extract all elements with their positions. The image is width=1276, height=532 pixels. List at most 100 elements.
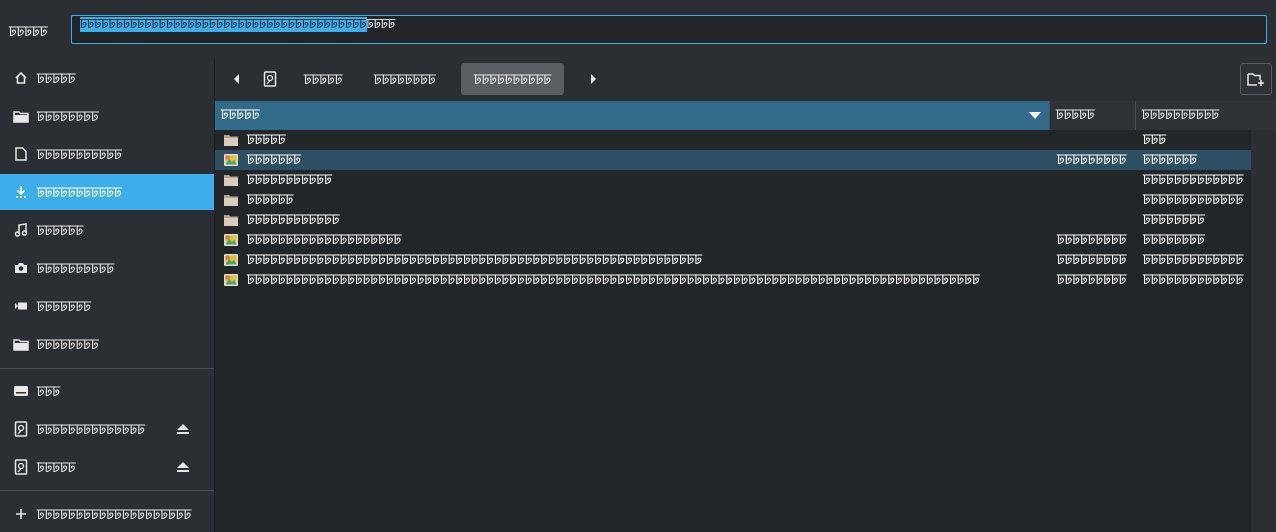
new-folder-button[interactable]	[1240, 63, 1272, 95]
column-name-label: ꠓꠓꠓꠓꠓ	[221, 107, 260, 123]
chevron-left-icon	[234, 74, 239, 84]
home-icon	[13, 70, 29, 86]
new-folder-icon	[1247, 73, 1264, 86]
file-modified: ꠓꠓꠓꠓꠓꠓꠓꠓꠓꠓꠓꠓꠓ	[1143, 192, 1244, 208]
sidebar-item-label: ꠓꠓꠓꠓꠓꠓꠓꠓꠓꠓꠓ	[37, 146, 122, 163]
name-label: ꠓꠓꠓꠓꠓ	[9, 24, 48, 40]
folder-icon	[223, 132, 239, 148]
file-name: ꠓꠓꠓꠓꠓꠓꠓꠓꠓꠓꠓꠓ	[247, 212, 340, 228]
table-row[interactable]: ꠓꠓꠓꠓꠓꠓꠓꠓꠓꠓꠓ ꠓꠓꠓꠓꠓꠓꠓꠓꠓꠓꠓꠓꠓ	[215, 170, 1251, 190]
path-root-button[interactable]	[259, 63, 281, 95]
sidebar-item-documents[interactable]: ꠓꠓꠓꠓꠓꠓꠓꠓꠓꠓꠓ	[0, 136, 214, 172]
folder-icon	[223, 212, 239, 228]
sidebar-item-label: ꠓꠓꠓꠓꠓꠓꠓꠓꠓꠓꠓꠓꠓꠓ	[37, 421, 145, 438]
column-name[interactable]: ꠓꠓꠓꠓꠓ	[215, 101, 1049, 130]
sidebar-item-label: ꠓꠓꠓꠓꠓꠓ	[37, 222, 84, 239]
sidebar-divider	[0, 490, 214, 491]
sidebar-item-label: ꠓꠓꠓꠓꠓꠓꠓ	[37, 298, 91, 315]
music-icon	[13, 222, 29, 238]
folder-icon	[13, 108, 29, 124]
path-crumb-active[interactable]: ꠓꠓꠓꠓꠓꠓꠓꠓꠓꠓ	[461, 63, 565, 95]
file-modified: ꠓꠓꠓꠓꠓꠓꠓꠓꠓꠓꠓꠓꠓ	[1143, 252, 1244, 268]
download-icon	[13, 184, 29, 200]
sidebar-item-label: ꠓꠓꠓ	[37, 383, 61, 400]
table-row[interactable]: ꠓꠓꠓꠓꠓ ꠓꠓꠓ	[215, 130, 1251, 150]
sidebar-item-disk-1[interactable]: ꠓꠓꠓꠓꠓꠓꠓꠓꠓꠓꠓꠓꠓꠓ	[0, 411, 214, 447]
filename-rest-text: ꠓꠓꠓꠓ	[366, 17, 396, 32]
file-name: ꠓꠓꠓꠓꠓꠓꠓꠓꠓꠓꠓꠓꠓꠓꠓꠓꠓꠓꠓꠓꠓꠓꠓꠓꠓꠓꠓꠓꠓꠓꠓꠓꠓꠓꠓꠓꠓꠓꠓꠓ…	[247, 272, 980, 288]
table-row[interactable]: ꠓꠓꠓꠓꠓꠓꠓꠓꠓꠓꠓꠓꠓꠓꠓꠓꠓꠓꠓꠓꠓꠓꠓꠓꠓꠓꠓꠓꠓꠓꠓꠓꠓꠓꠓꠓꠓꠓꠓꠓ…	[215, 270, 1251, 290]
file-name: ꠓꠓꠓꠓꠓꠓꠓ	[247, 152, 301, 168]
sidebar-item-downloads[interactable]: ꠓꠓꠓꠓꠓꠓꠓꠓꠓꠓꠓ	[0, 174, 214, 210]
file-rows: ꠓꠓꠓꠓꠓ ꠓꠓꠓ ꠓꠓꠓꠓꠓꠓꠓ ꠓꠓꠓꠓꠓꠓꠓꠓꠓ ꠓꠓꠓꠓꠓꠓꠓ ꠓꠓꠓꠓꠓꠓꠓꠓꠓ…	[215, 130, 1251, 290]
path-forward-button[interactable]	[585, 63, 603, 95]
sidebar-item-folder-2[interactable]: ꠓꠓꠓꠓꠓꠓꠓꠓ	[0, 326, 214, 362]
table-row[interactable]: ꠓꠓꠓꠓꠓꠓꠓꠓꠓꠓꠓꠓ ꠓꠓꠓꠓꠓꠓꠓꠓ	[215, 210, 1251, 230]
sidebar-item-label: ꠓꠓꠓꠓꠓꠓꠓꠓꠓꠓꠓ	[37, 184, 122, 201]
sidebar-item-music[interactable]: ꠓꠓꠓꠓꠓꠓ	[0, 212, 214, 248]
image-file-icon	[223, 152, 239, 168]
sort-down-icon	[1029, 112, 1041, 119]
file-name: ꠓꠓꠓꠓꠓꠓꠓꠓꠓꠓꠓ	[247, 172, 332, 188]
image-file-icon	[223, 272, 239, 288]
disk-icon	[13, 421, 29, 437]
chevron-right-icon	[591, 74, 596, 84]
file-modified: ꠓꠓꠓ	[1143, 132, 1167, 148]
eject-icon[interactable]	[176, 422, 190, 436]
disk-icon	[263, 71, 277, 87]
sidebar-item-folder[interactable]: ꠓꠓꠓꠓꠓꠓꠓꠓ	[0, 98, 214, 134]
file-size: ꠓꠓꠓꠓꠓꠓꠓꠓꠓ	[1057, 252, 1127, 268]
file-name: ꠓꠓꠓꠓꠓꠓꠓꠓꠓꠓꠓꠓꠓꠓꠓꠓꠓꠓꠓꠓꠓꠓꠓꠓꠓꠓꠓꠓꠓꠓꠓꠓꠓꠓꠓꠓꠓꠓꠓꠓ…	[247, 252, 703, 268]
video-icon	[13, 298, 29, 314]
camera-icon	[13, 260, 29, 276]
sidebar-item-label: ꠓꠓꠓꠓꠓꠓꠓꠓ	[37, 336, 99, 353]
folder-icon	[13, 336, 29, 352]
file-name: ꠓꠓꠓꠓꠓꠓ	[247, 192, 294, 208]
file-list: ꠓꠓꠓꠓꠓ ꠓꠓꠓꠓꠓ ꠓꠓꠓꠓꠓꠓꠓꠓꠓꠓ ꠓꠓꠓꠓꠓ ꠓꠓꠓ ꠓꠓꠓꠓꠓꠓꠓ ꠓꠓ…	[215, 101, 1276, 532]
column-header: ꠓꠓꠓꠓꠓ ꠓꠓꠓꠓꠓ ꠓꠓꠓꠓꠓꠓꠓꠓꠓꠓ	[215, 101, 1276, 130]
path-back-button[interactable]	[226, 63, 246, 95]
drive-icon	[13, 383, 29, 399]
table-row[interactable]: ꠓꠓꠓꠓꠓꠓ ꠓꠓꠓꠓꠓꠓꠓꠓꠓꠓꠓꠓꠓ	[215, 190, 1251, 210]
sidebar-item-label: ꠓꠓꠓꠓꠓꠓꠓꠓ	[37, 108, 99, 125]
path-crumb[interactable]: ꠓꠓꠓꠓꠓꠓꠓꠓ	[361, 63, 449, 95]
table-row[interactable]: ꠓꠓꠓꠓꠓꠓꠓ ꠓꠓꠓꠓꠓꠓꠓꠓꠓ ꠓꠓꠓꠓꠓꠓꠓ	[215, 150, 1251, 170]
filename-text: ꠓꠓꠓꠓꠓꠓꠓꠓꠓꠓꠓꠓꠓꠓꠓꠓꠓꠓꠓꠓꠓꠓꠓꠓꠓꠓꠓꠓꠓꠓꠓꠓꠓꠓꠓꠓꠓꠓꠓꠓ…	[80, 17, 395, 32]
sidebar-item-videos[interactable]: ꠓꠓꠓꠓꠓꠓꠓ	[0, 288, 214, 324]
document-icon	[13, 146, 29, 162]
sidebar-item-label: ꠓꠓꠓꠓꠓꠓꠓꠓꠓꠓꠓꠓꠓꠓꠓꠓꠓꠓꠓꠓ	[37, 506, 192, 523]
sidebar-item-label: ꠓꠓꠓꠓꠓ	[37, 459, 76, 476]
sidebar-item-disk-2[interactable]: ꠓꠓꠓꠓꠓ	[0, 449, 214, 485]
file-modified: ꠓꠓꠓꠓꠓꠓꠓ	[1143, 152, 1197, 168]
file-size: ꠓꠓꠓꠓꠓꠓꠓꠓꠓ	[1057, 232, 1127, 248]
path-crumb[interactable]: ꠓꠓꠓꠓꠓ	[291, 63, 356, 95]
eject-icon[interactable]	[176, 460, 190, 474]
sidebar-divider	[0, 368, 214, 369]
sidebar-item-label: ꠓꠓꠓꠓꠓꠓꠓꠓꠓꠓ	[37, 260, 115, 277]
image-file-icon	[223, 232, 239, 248]
scrollbar[interactable]	[1251, 130, 1276, 532]
folder-icon	[223, 192, 239, 208]
column-modified[interactable]: ꠓꠓꠓꠓꠓꠓꠓꠓꠓꠓ	[1135, 101, 1276, 130]
sidebar-item-home[interactable]: ꠓꠓꠓꠓꠓ	[0, 60, 214, 96]
file-modified: ꠓꠓꠓꠓꠓꠓꠓꠓ	[1143, 232, 1205, 248]
image-file-icon	[223, 252, 239, 268]
table-row[interactable]: ꠓꠓꠓꠓꠓꠓꠓꠓꠓꠓꠓꠓꠓꠓꠓꠓꠓꠓꠓꠓꠓꠓꠓꠓꠓꠓꠓꠓꠓꠓꠓꠓꠓꠓꠓꠓꠓꠓꠓꠓ…	[215, 250, 1251, 270]
table-row[interactable]: ꠓꠓꠓꠓꠓꠓꠓꠓꠓꠓꠓꠓꠓꠓꠓꠓꠓꠓꠓꠓ ꠓꠓꠓꠓꠓꠓꠓꠓꠓ ꠓꠓꠓꠓꠓꠓꠓꠓ	[215, 230, 1251, 250]
file-modified: ꠓꠓꠓꠓꠓꠓꠓꠓꠓꠓꠓꠓꠓ	[1143, 272, 1244, 288]
filename-input[interactable]: ꠓꠓꠓꠓꠓꠓꠓꠓꠓꠓꠓꠓꠓꠓꠓꠓꠓꠓꠓꠓꠓꠓꠓꠓꠓꠓꠓꠓꠓꠓꠓꠓꠓꠓꠓꠓꠓꠓꠓꠓ…	[71, 15, 1267, 44]
sidebar-item-label: ꠓꠓꠓꠓꠓ	[37, 70, 76, 87]
folder-icon	[223, 172, 239, 188]
sidebar-item-drive[interactable]: ꠓꠓꠓ	[0, 373, 214, 409]
file-name: ꠓꠓꠓꠓꠓꠓꠓꠓꠓꠓꠓꠓꠓꠓꠓꠓꠓꠓꠓꠓ	[247, 232, 402, 248]
path-bar: ꠓꠓꠓꠓꠓ ꠓꠓꠓꠓꠓꠓꠓꠓ ꠓꠓꠓꠓꠓꠓꠓꠓꠓꠓ	[215, 58, 1276, 101]
filename-selected-text: ꠓꠓꠓꠓꠓꠓꠓꠓꠓꠓꠓꠓꠓꠓꠓꠓꠓꠓꠓꠓꠓꠓꠓꠓꠓꠓꠓꠓꠓꠓꠓꠓꠓꠓꠓꠓꠓꠓꠓꠓ	[80, 17, 367, 32]
sidebar-item-pictures[interactable]: ꠓꠓꠓꠓꠓꠓꠓꠓꠓꠓ	[0, 250, 214, 286]
file-name: ꠓꠓꠓꠓꠓ	[247, 132, 286, 148]
name-bar: ꠓꠓꠓꠓꠓ ꠓꠓꠓꠓꠓꠓꠓꠓꠓꠓꠓꠓꠓꠓꠓꠓꠓꠓꠓꠓꠓꠓꠓꠓꠓꠓꠓꠓꠓꠓꠓꠓꠓꠓ…	[0, 0, 1276, 58]
file-modified: ꠓꠓꠓꠓꠓꠓꠓꠓ	[1143, 212, 1205, 228]
file-size: ꠓꠓꠓꠓꠓꠓꠓꠓꠓ	[1057, 272, 1127, 288]
file-modified: ꠓꠓꠓꠓꠓꠓꠓꠓꠓꠓꠓꠓꠓ	[1143, 172, 1244, 188]
sidebar-item-other-locations[interactable]: ꠓꠓꠓꠓꠓꠓꠓꠓꠓꠓꠓꠓꠓꠓꠓꠓꠓꠓꠓꠓ	[0, 496, 214, 532]
column-size[interactable]: ꠓꠓꠓꠓꠓ	[1049, 101, 1135, 130]
